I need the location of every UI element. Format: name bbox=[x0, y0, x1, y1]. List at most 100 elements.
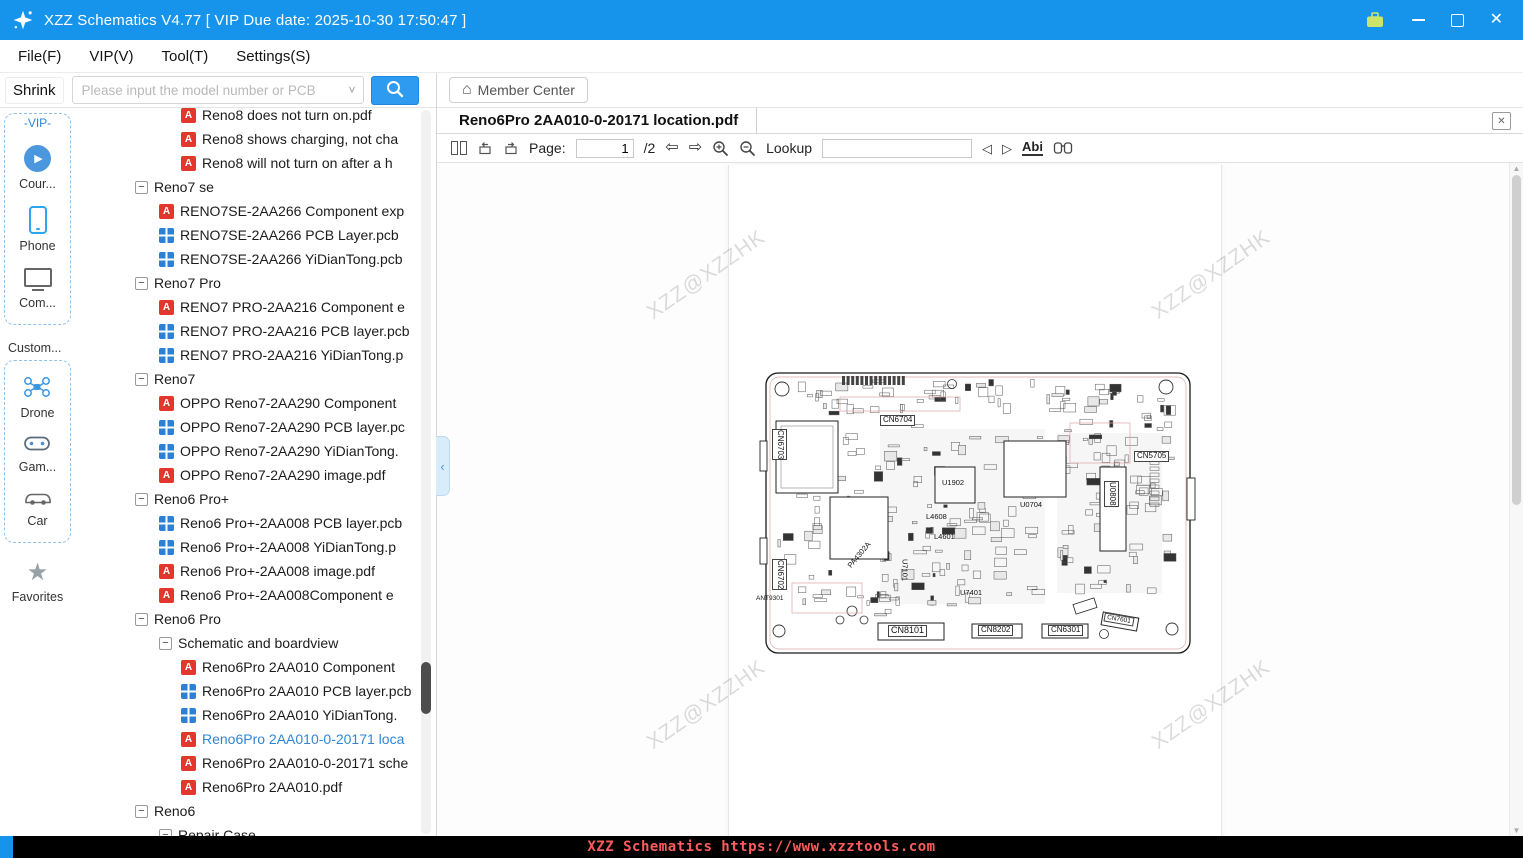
model-search-input[interactable] bbox=[80, 82, 345, 99]
next-result-icon[interactable]: ▷ bbox=[1002, 142, 1012, 155]
tree-item-label: OPPO Reno7-2AA290 image.pdf bbox=[180, 467, 418, 483]
tree-item[interactable]: Reno6 Pro+-2AA008 YiDianTong.p bbox=[75, 535, 418, 559]
tree-item[interactable]: Reno8 does not turn on.pdf bbox=[75, 108, 418, 127]
tree-item[interactable]: Reno6 Pro+-2AA008Component e bbox=[75, 583, 418, 607]
tree-item-label: Reno6Pro 2AA010-0-20171 sche bbox=[202, 755, 418, 771]
tree-item[interactable]: RENO7SE-2AA266 PCB Layer.pcb bbox=[75, 223, 418, 247]
collapse-icon[interactable] bbox=[135, 277, 148, 290]
panel-collapse-handle[interactable]: ‹ bbox=[436, 436, 450, 496]
tree-scrollbar-thumb[interactable] bbox=[421, 662, 431, 714]
pcb-file-icon bbox=[159, 516, 174, 531]
tree-item[interactable]: RENO7 PRO-2AA216 PCB layer.pcb bbox=[75, 319, 418, 343]
tree-item[interactable]: Reno8 will not turn on after a h bbox=[75, 151, 418, 175]
previous-result-icon[interactable]: ◁ bbox=[982, 142, 992, 155]
lookup-input[interactable] bbox=[822, 139, 972, 158]
close-button[interactable]: ✕ bbox=[1490, 12, 1503, 28]
zoom-out-icon[interactable] bbox=[739, 140, 756, 157]
tree-item-label: Reno6Pro 2AA010-0-20171 loca bbox=[202, 731, 418, 747]
pcb-file-icon bbox=[181, 708, 196, 723]
tree-item[interactable]: Reno6Pro 2AA010 YiDianTong. bbox=[75, 703, 418, 727]
tree-item[interactable]: OPPO Reno7-2AA290 YiDianTong. bbox=[75, 439, 418, 463]
tree-item[interactable]: Reno6 Pro+-2AA008 image.pdf bbox=[75, 559, 418, 583]
tree-item[interactable]: Reno6 Pro+-2AA008 PCB layer.pcb bbox=[75, 511, 418, 535]
sidebar-item-game[interactable]: Gam... bbox=[19, 435, 57, 474]
tree-item[interactable]: Reno6 Pro bbox=[75, 607, 418, 631]
tree-item[interactable]: Reno6Pro 2AA010.pdf bbox=[75, 775, 418, 799]
pdf-file-icon bbox=[159, 396, 174, 411]
tree-item[interactable]: Reno6Pro 2AA010-0-20171 loca bbox=[75, 727, 418, 751]
collapse-icon[interactable] bbox=[135, 181, 148, 194]
minimize-button[interactable] bbox=[1412, 19, 1425, 21]
tree-item[interactable]: Reno6 Pro+ bbox=[75, 487, 418, 511]
tree-item[interactable]: RENO7 PRO-2AA216 YiDianTong.p bbox=[75, 343, 418, 367]
zoom-in-icon[interactable] bbox=[712, 140, 729, 157]
maximize-button[interactable] bbox=[1451, 14, 1464, 27]
collapse-icon[interactable] bbox=[135, 805, 148, 818]
rotate-left-icon[interactable] bbox=[477, 140, 493, 156]
board-label: L4601 bbox=[934, 533, 955, 541]
tree-scrollbar[interactable] bbox=[421, 110, 431, 834]
tree-item[interactable]: Reno6 bbox=[75, 799, 418, 823]
sidebar-item-computer[interactable]: Com... bbox=[19, 268, 56, 310]
pdf-scrollbar[interactable]: ▲ ▼ bbox=[1509, 163, 1523, 836]
board-label: CN8101 bbox=[888, 625, 927, 637]
chevron-down-icon[interactable]: ˅ bbox=[349, 83, 356, 97]
scroll-down-icon[interactable]: ▼ bbox=[1510, 826, 1523, 835]
pcb-file-icon bbox=[159, 540, 174, 555]
menu-item[interactable]: Settings(S) bbox=[222, 48, 324, 65]
search-button[interactable] bbox=[371, 76, 419, 105]
page-number-input[interactable] bbox=[576, 139, 634, 158]
tree-item[interactable]: OPPO Reno7-2AA290 PCB layer.pc bbox=[75, 415, 418, 439]
tree-item[interactable]: Reno6Pro 2AA010 Component bbox=[75, 655, 418, 679]
tree-item[interactable]: Reno8 shows charging, not cha bbox=[75, 127, 418, 151]
previous-page-icon[interactable]: ⇦ bbox=[665, 140, 678, 156]
tree-item[interactable]: OPPO Reno7-2AA290 Component bbox=[75, 391, 418, 415]
text-search-icon[interactable]: Abi bbox=[1022, 140, 1043, 156]
sidebar-item-drone[interactable]: Drone bbox=[20, 376, 54, 420]
collapse-icon[interactable] bbox=[159, 637, 172, 650]
tree-item[interactable]: OPPO Reno7-2AA290 image.pdf bbox=[75, 463, 418, 487]
sidebar-item-course[interactable]: ▶ Cour... bbox=[19, 145, 56, 191]
tree-item[interactable]: Schematic and boardview bbox=[75, 631, 418, 655]
member-center-button[interactable]: ⌂ Member Center bbox=[449, 77, 588, 103]
binoculars-icon[interactable] bbox=[1053, 141, 1073, 155]
sidebar-item-phone[interactable]: Phone bbox=[19, 206, 55, 253]
tree-item[interactable]: Repair Case bbox=[75, 823, 418, 836]
collapse-icon[interactable] bbox=[135, 493, 148, 506]
tree-item[interactable]: RENO7 PRO-2AA216 Component e bbox=[75, 295, 418, 319]
close-document-icon[interactable]: ✕ bbox=[1492, 112, 1511, 130]
collapse-icon[interactable] bbox=[159, 829, 172, 837]
pdf-viewport[interactable]: XZZ@XZZHK XZZ@XZZHK XZZ@XZZHK XZZ@XZZHK bbox=[437, 163, 1523, 836]
tree-item[interactable]: Reno7 bbox=[75, 367, 418, 391]
collapse-icon[interactable] bbox=[135, 613, 148, 626]
collapse-icon[interactable] bbox=[135, 373, 148, 386]
board-label: CN6301 bbox=[1048, 625, 1083, 636]
menu-item[interactable]: Tool(T) bbox=[148, 48, 223, 65]
tree-item[interactable]: RENO7SE-2AA266 YiDianTong.pcb bbox=[75, 247, 418, 271]
scroll-up-icon[interactable]: ▲ bbox=[1510, 164, 1523, 173]
star-icon: ★ bbox=[27, 561, 49, 585]
next-page-icon[interactable]: ⇨ bbox=[689, 140, 702, 156]
two-page-view-icon[interactable] bbox=[451, 141, 467, 155]
briefcase-icon[interactable] bbox=[1364, 10, 1386, 30]
tree-item[interactable]: Reno6Pro 2AA010 PCB layer.pcb bbox=[75, 679, 418, 703]
tree-item-label: Reno7 Pro bbox=[154, 275, 418, 291]
tree-item[interactable]: Reno6Pro 2AA010-0-20171 sche bbox=[75, 751, 418, 775]
document-tab[interactable]: Reno6Pro 2AA010-0-20171 location.pdf bbox=[437, 108, 757, 133]
pdf-scrollbar-thumb[interactable] bbox=[1512, 175, 1521, 505]
sidebar-item-car[interactable]: Car bbox=[24, 489, 52, 528]
menu-item[interactable]: File(F) bbox=[4, 48, 75, 65]
menu-item[interactable]: VIP(V) bbox=[75, 48, 147, 65]
shrink-button[interactable]: Shrink bbox=[5, 77, 64, 104]
car-icon bbox=[24, 489, 52, 509]
tree-item[interactable]: RENO7SE-2AA266 Component exp bbox=[75, 199, 418, 223]
rotate-right-icon[interactable] bbox=[503, 140, 519, 156]
pcb-file-icon bbox=[159, 420, 174, 435]
main-area: ⌂ Member Center Reno6Pro 2AA010-0-20171 … bbox=[437, 73, 1523, 836]
model-search-combo[interactable]: ˅ bbox=[72, 76, 364, 104]
tree-item[interactable]: Reno7 se bbox=[75, 175, 418, 199]
tree-item-label: RENO7 PRO-2AA216 YiDianTong.p bbox=[180, 347, 418, 363]
tree-item[interactable]: Reno7 Pro bbox=[75, 271, 418, 295]
tree-item-label: RENO7 PRO-2AA216 PCB layer.pcb bbox=[180, 323, 418, 339]
sidebar-item-favorites[interactable]: ★ Favorites bbox=[0, 561, 75, 604]
